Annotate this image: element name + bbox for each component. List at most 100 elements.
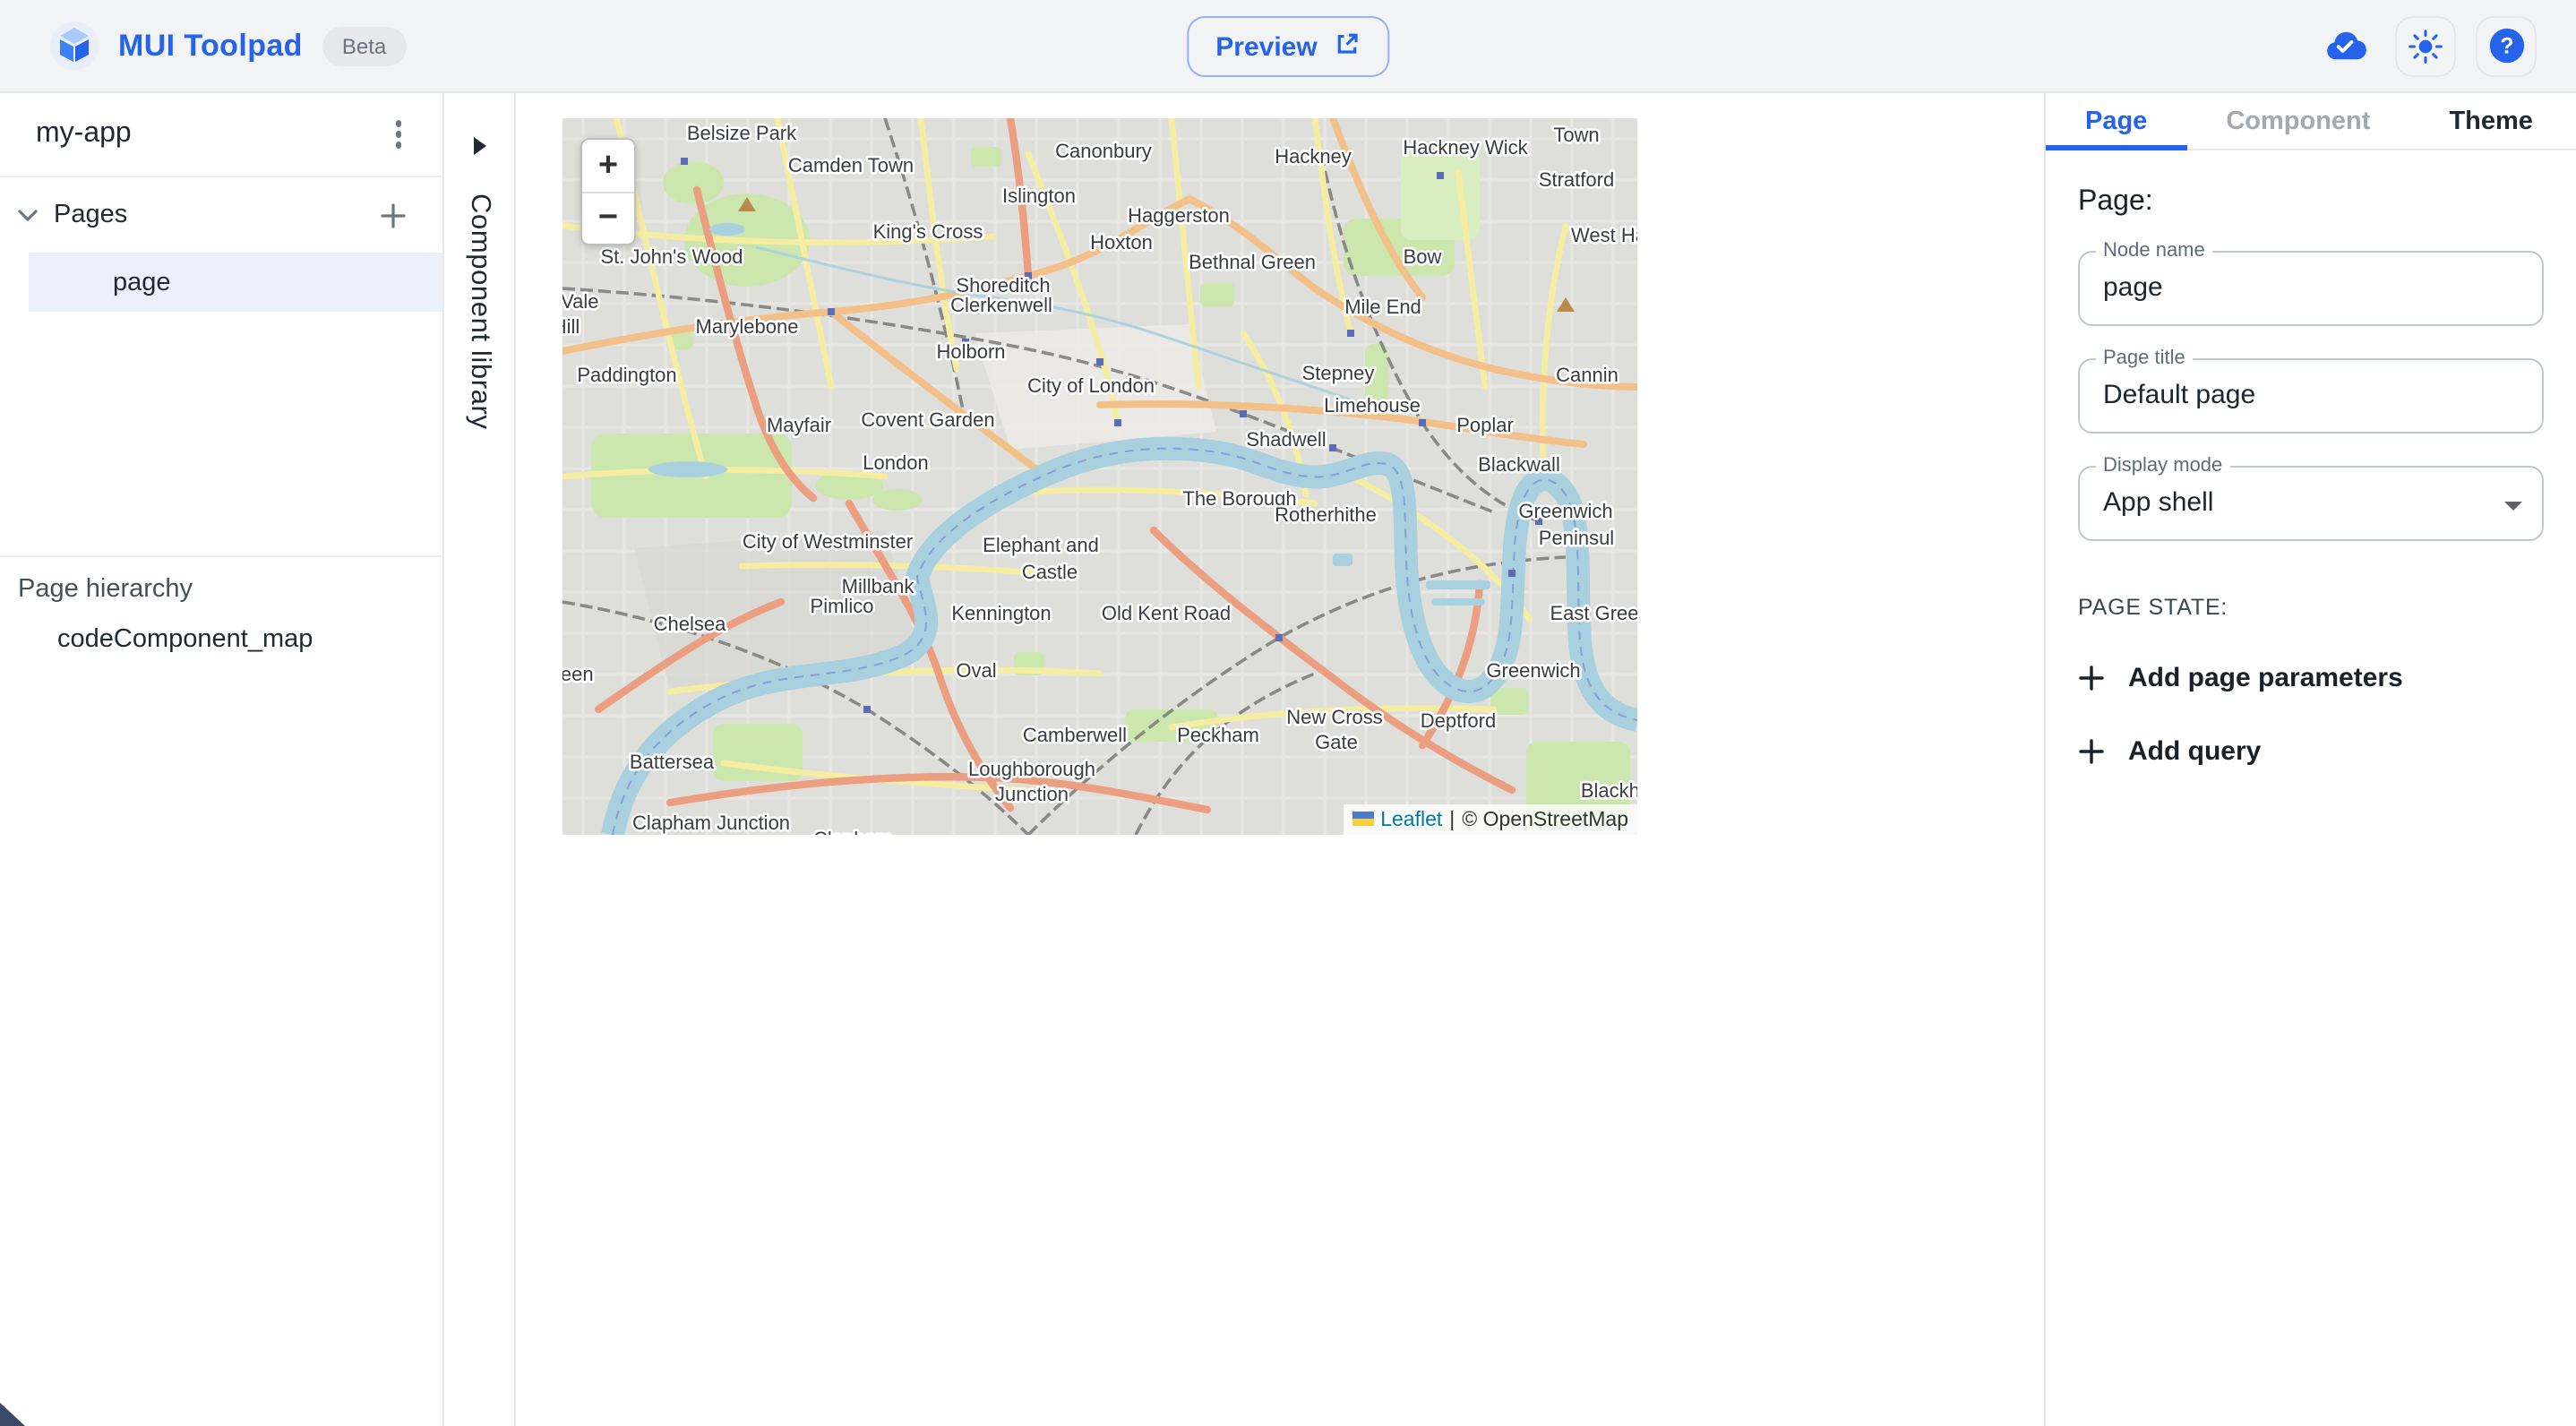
tab-page[interactable]: Page [2046,93,2186,149]
leaflet-link[interactable]: Leaflet [1380,809,1442,830]
map-place-label: West Ha [1571,224,1637,246]
ukraine-flag-icon [1352,809,1373,830]
map-place-label: Clapham [813,828,892,835]
map-place-label: Bow [1404,245,1442,268]
app-body: my-app Pages page Page hierarchy codeCom… [0,93,2576,1426]
toolpad-logo-icon[interactable] [50,21,99,70]
pages-section-header[interactable]: Pages [0,177,442,253]
node-name-value[interactable]: page [2080,253,2542,324]
preview-button[interactable]: Preview [1187,16,1388,77]
project-name: my-app [36,118,132,150]
select-caret-icon [2504,502,2522,511]
map-place-label: Cannin [1556,364,1619,386]
map-component[interactable]: Belsize Park Camden Town Canonbury Hackney H… [562,118,1637,835]
help-icon[interactable]: ? [2476,15,2537,76]
map-place-label: Camden Town [788,154,914,176]
pages-section-label: Pages [54,201,127,229]
map-place-label: Canonbury [1055,140,1152,162]
openstreetmap-link[interactable]: © OpenStreetMap [1462,809,1628,830]
map-place-label: Gate [1315,731,1358,753]
map-place-label: Junction [995,783,1069,805]
app-title[interactable]: MUI Toolpad [118,28,303,64]
tab-component[interactable]: Component [2186,93,2409,149]
page-title-label: Page title [2096,348,2193,369]
svg-text:?: ? [2499,33,2512,58]
node-name-field[interactable]: Node name page [2078,251,2544,326]
map-place-label: King's Cross [873,220,983,243]
inspector-panel: Page Component Theme Page: Node name pag… [2044,93,2576,1426]
map-place-label: Shadwell [1246,428,1326,451]
sidebar-item-page[interactable]: page [29,253,442,312]
component-library-label: Component library [463,193,495,430]
page-heading: Page: [2078,186,2544,219]
expand-right-icon[interactable] [472,133,486,165]
display-mode-select[interactable]: Display mode App shell [2078,466,2544,541]
attribution-separator: | [1449,809,1455,830]
add-query-label: Add query [2128,736,2261,767]
map-place-label: Town [1553,124,1599,146]
map-zoom-control: + − [580,138,636,245]
map-place-label: Marylebone [696,315,799,338]
map-place-label: City of Westminster [743,530,913,553]
plus-icon [2078,738,2105,765]
map-place-label: Castle [1022,561,1078,583]
corner-artifact [0,1403,25,1426]
map-place-label: Holborn [936,340,1005,363]
add-page-icon[interactable] [373,194,414,236]
zoom-in-button[interactable]: + [582,140,634,192]
page-title-value[interactable]: Default page [2080,360,2542,432]
map-place-label: Limehouse [1324,394,1421,417]
app-header: MUI Toolpad Beta Preview [0,0,2576,93]
map-place-label: Oval [956,659,996,682]
cloud-saved-icon[interactable] [2314,15,2375,76]
add-query-button[interactable]: Add query [2078,736,2544,767]
page-item-label: page [113,268,171,296]
map-attribution: Leaflet | © OpenStreetMap [1343,804,1637,835]
map-place-label: Hackney [1275,145,1352,168]
hierarchy-item-code-component[interactable]: codeComponent_map [18,625,442,654]
map-place-label: Stepney [1302,362,1375,384]
map-place-label: Clapham Junction [632,812,790,834]
map-place-label: Camberwell [1023,724,1127,746]
preview-button-label: Preview [1215,31,1317,62]
map-svg[interactable]: Belsize Park Camden Town Canonbury Hackney H… [562,118,1637,835]
left-sidebar: my-app Pages page Page hierarchy codeCom… [0,93,444,1426]
page-hierarchy-section: Page hierarchy codeComponent_map [0,555,442,1426]
map-place-label: Stratford [1539,168,1614,191]
map-place-label: Belsize Park [687,122,797,144]
map-place-label: Elephant and [983,534,1099,556]
map-place-label: Loughborough [968,758,1095,780]
map-place-label: Greenwich [1518,500,1612,522]
map-place-label: City of London [1027,374,1155,397]
map-place-label: Green [562,663,594,685]
chevron-down-icon[interactable] [18,199,38,231]
add-page-parameters-button[interactable]: Add page parameters [2078,663,2544,693]
map-place-label: da Vale [562,290,598,313]
map-place-label: New Cross [1286,706,1383,728]
plus-icon [2078,665,2105,692]
map-place-label: Hoxton [1090,231,1153,253]
map-place-label: Mile End [1344,296,1421,318]
map-place-label: Haggerston [1128,204,1230,227]
map-place-label: Deptford [1421,709,1496,732]
editor-canvas[interactable]: Belsize Park Camden Town Canonbury Hackney H… [516,93,2044,1426]
display-mode-value: App shell [2080,468,2542,539]
inspector-tabs: Page Component Theme [2046,93,2576,150]
app-window: MUI Toolpad Beta Preview [0,0,2576,1426]
map-place-label: Blackwall [1478,453,1560,476]
map-place-label: Bethnal Green [1189,251,1316,273]
map-place-label: Old Kent Road [1102,602,1231,624]
zoom-out-button[interactable]: − [582,192,634,244]
page-state-heading: PAGE STATE: [2078,595,2544,620]
map-place-label: Islington [1002,185,1076,207]
page-title-field[interactable]: Page title Default page [2078,358,2544,434]
app-menu-kebab-icon[interactable] [384,110,412,159]
map-place-label: Hackney Wick [1403,136,1528,159]
component-library-panel[interactable]: Component library [444,93,516,1426]
open-in-new-icon [1334,30,1361,64]
map-place-label: Covent Garden [861,408,994,431]
light-mode-toggle-icon[interactable] [2395,15,2456,76]
page-hierarchy-title: Page hierarchy [18,575,442,604]
tab-theme[interactable]: Theme [2409,93,2572,149]
map-place-label: Blackhe [1581,779,1637,802]
